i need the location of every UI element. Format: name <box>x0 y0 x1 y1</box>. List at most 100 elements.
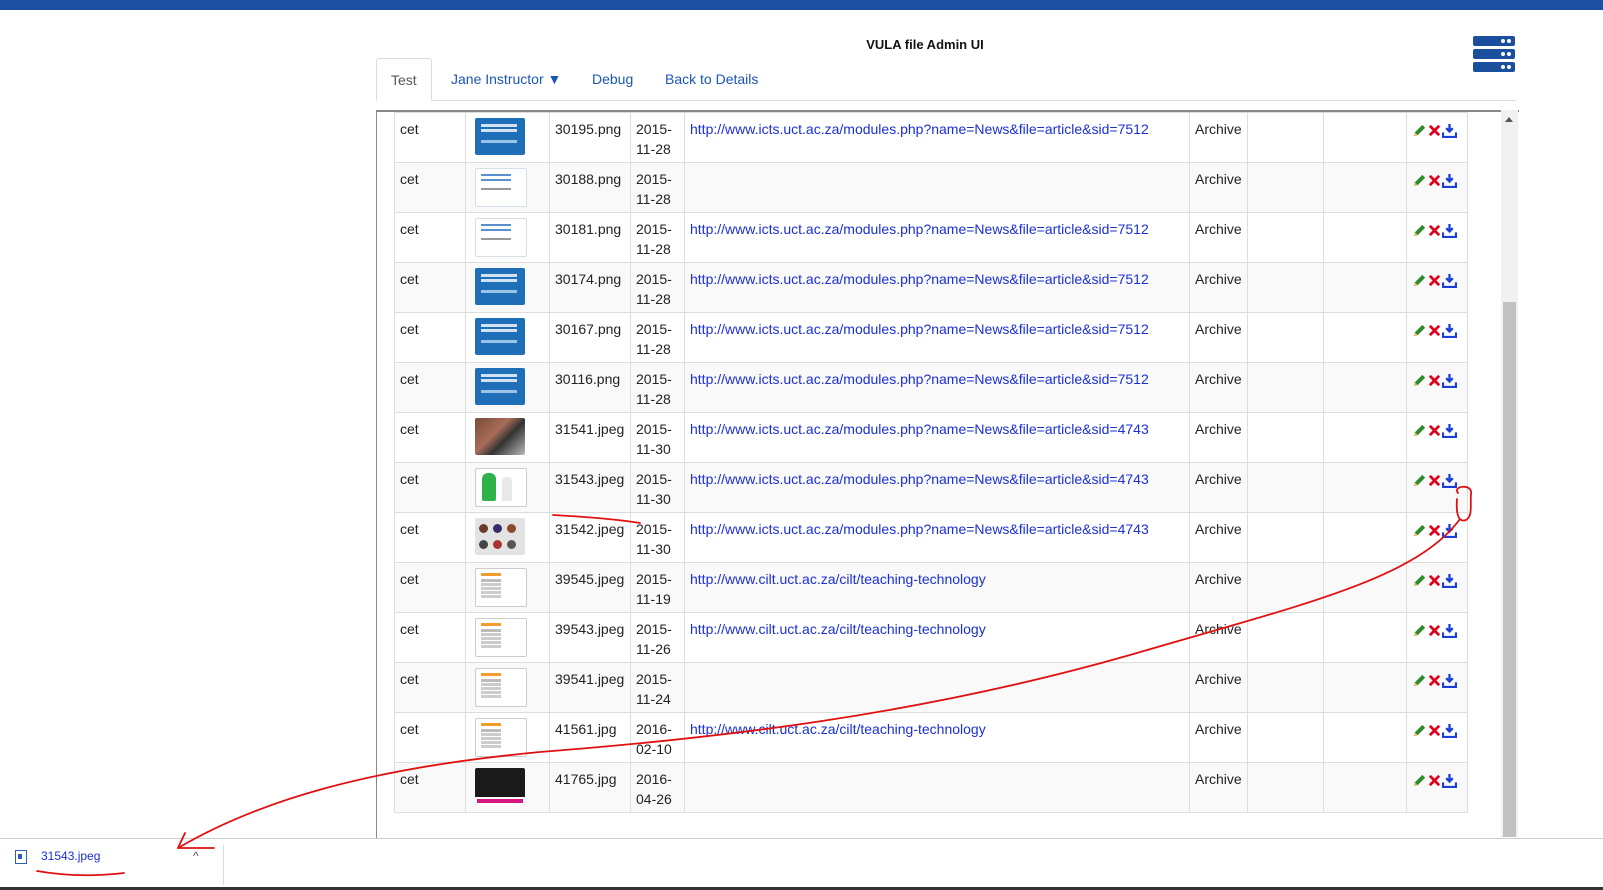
file-thumbnail[interactable] <box>475 768 525 805</box>
delete-icon[interactable] <box>1427 721 1442 737</box>
delete-icon[interactable] <box>1427 121 1442 137</box>
delete-icon[interactable] <box>1427 471 1442 487</box>
tab-test[interactable]: Test <box>376 58 432 101</box>
file-thumbnail[interactable] <box>475 718 527 757</box>
date-year: 2015- <box>636 421 672 437</box>
table-cell-empty <box>1246 162 1324 213</box>
table-cell-url: http://www.icts.uct.ac.za/modules.php?na… <box>684 312 1190 363</box>
source-url-link[interactable]: http://www.cilt.uct.ac.za/cilt/teaching-… <box>690 721 986 737</box>
file-thumbnail[interactable] <box>475 218 527 257</box>
source-url-link[interactable]: http://www.icts.uct.ac.za/modules.php?na… <box>690 121 1149 137</box>
delete-icon[interactable] <box>1427 621 1442 637</box>
download-bar-divider <box>223 845 224 885</box>
delete-icon[interactable] <box>1427 571 1442 587</box>
table-cell-site: cet <box>394 312 466 363</box>
source-url-link[interactable]: http://www.icts.uct.ac.za/modules.php?na… <box>690 321 1149 337</box>
tab-debug[interactable]: Debug <box>592 58 633 99</box>
edit-icon[interactable] <box>1412 621 1427 637</box>
file-thumbnail[interactable] <box>475 368 525 405</box>
table-cell-empty <box>1322 462 1407 513</box>
table-cell-actions <box>1405 112 1468 163</box>
file-thumbnail[interactable] <box>475 668 527 707</box>
download-icon[interactable] <box>1441 271 1457 288</box>
edit-icon[interactable] <box>1412 171 1427 187</box>
download-icon[interactable] <box>1441 621 1457 638</box>
date-year: 2015- <box>636 171 672 187</box>
source-url-link[interactable]: http://www.icts.uct.ac.za/modules.php?na… <box>690 521 1149 537</box>
delete-icon[interactable] <box>1427 521 1442 537</box>
table-cell-empty <box>1246 612 1324 663</box>
edit-icon[interactable] <box>1412 321 1427 337</box>
download-icon[interactable] <box>1441 221 1457 238</box>
table-cell-status: Archive <box>1189 562 1248 613</box>
date-monthday: 11-24 <box>636 691 671 707</box>
table-cell-filename: 39543.jpeg <box>549 612 631 663</box>
downloaded-file-item[interactable]: 31543.jpeg <box>15 849 100 864</box>
table-cell-empty <box>1246 312 1324 363</box>
file-thumbnail[interactable] <box>475 568 527 607</box>
file-thumbnail[interactable] <box>475 318 525 355</box>
file-thumbnail[interactable] <box>475 168 527 207</box>
file-thumbnail[interactable] <box>475 618 527 657</box>
delete-icon[interactable] <box>1427 271 1442 287</box>
vertical-scrollbar[interactable] <box>1501 110 1518 837</box>
file-thumbnail[interactable] <box>475 418 525 455</box>
edit-icon[interactable] <box>1412 771 1427 787</box>
source-url-link[interactable]: http://www.icts.uct.ac.za/modules.php?na… <box>690 421 1149 437</box>
download-icon[interactable] <box>1441 721 1457 738</box>
table-cell-thumbnail <box>465 512 550 563</box>
edit-icon[interactable] <box>1412 721 1427 737</box>
edit-icon[interactable] <box>1412 271 1427 287</box>
edit-icon[interactable] <box>1412 371 1427 387</box>
download-icon[interactable] <box>1441 121 1457 138</box>
table-cell-filename: 30181.png <box>549 212 631 263</box>
file-thumbnail[interactable] <box>475 518 525 555</box>
edit-icon[interactable] <box>1412 671 1427 687</box>
source-url-link[interactable]: http://www.cilt.uct.ac.za/cilt/teaching-… <box>690 571 986 587</box>
edit-icon[interactable] <box>1412 221 1427 237</box>
download-icon[interactable] <box>1441 421 1457 438</box>
file-thumbnail[interactable] <box>475 468 527 507</box>
scrollbar-thumb[interactable] <box>1503 302 1516 837</box>
source-url-link[interactable]: http://www.icts.uct.ac.za/modules.php?na… <box>690 221 1149 237</box>
download-icon[interactable] <box>1441 371 1457 388</box>
download-icon[interactable] <box>1441 471 1457 488</box>
table-cell-url <box>684 162 1190 213</box>
edit-icon[interactable] <box>1412 121 1427 137</box>
table-cell-url: http://www.icts.uct.ac.za/modules.php?na… <box>684 212 1190 263</box>
delete-icon[interactable] <box>1427 171 1442 187</box>
tab-jane-instructor[interactable]: Jane Instructor ▼ <box>451 58 561 99</box>
scroll-up-icon[interactable] <box>1505 117 1513 122</box>
delete-icon[interactable] <box>1427 221 1442 237</box>
table-cell-site: cet <box>394 262 466 313</box>
delete-icon[interactable] <box>1427 421 1442 437</box>
file-thumbnail[interactable] <box>475 268 525 305</box>
table-cell-empty <box>1322 512 1407 563</box>
table-cell-actions <box>1405 712 1468 763</box>
source-url-link[interactable]: http://www.icts.uct.ac.za/modules.php?na… <box>690 471 1149 487</box>
download-icon[interactable] <box>1441 321 1457 338</box>
edit-icon[interactable] <box>1412 471 1427 487</box>
source-url-link[interactable]: http://www.icts.uct.ac.za/modules.php?na… <box>690 371 1149 387</box>
delete-icon[interactable] <box>1427 771 1442 787</box>
edit-icon[interactable] <box>1412 571 1427 587</box>
download-icon[interactable] <box>1441 171 1457 188</box>
edit-icon[interactable] <box>1412 521 1427 537</box>
file-thumbnail[interactable] <box>475 118 525 155</box>
source-url-link[interactable]: http://www.cilt.uct.ac.za/cilt/teaching-… <box>690 621 986 637</box>
chevron-up-icon[interactable]: ^ <box>193 849 199 863</box>
delete-icon[interactable] <box>1427 371 1442 387</box>
edit-icon[interactable] <box>1412 421 1427 437</box>
table-cell-status: Archive <box>1189 762 1248 813</box>
table-cell-filename: 31542.jpeg <box>549 512 631 563</box>
download-icon[interactable] <box>1441 771 1457 788</box>
delete-icon[interactable] <box>1427 321 1442 337</box>
download-icon[interactable] <box>1441 571 1457 588</box>
source-url-link[interactable]: http://www.icts.uct.ac.za/modules.php?na… <box>690 271 1149 287</box>
table-cell-url: http://www.icts.uct.ac.za/modules.php?na… <box>684 512 1190 563</box>
download-icon[interactable] <box>1441 671 1457 688</box>
download-icon[interactable] <box>1441 521 1457 538</box>
delete-icon[interactable] <box>1427 671 1442 687</box>
tab-back-to-details[interactable]: Back to Details <box>665 58 758 99</box>
table-cell-status: Archive <box>1189 412 1248 463</box>
